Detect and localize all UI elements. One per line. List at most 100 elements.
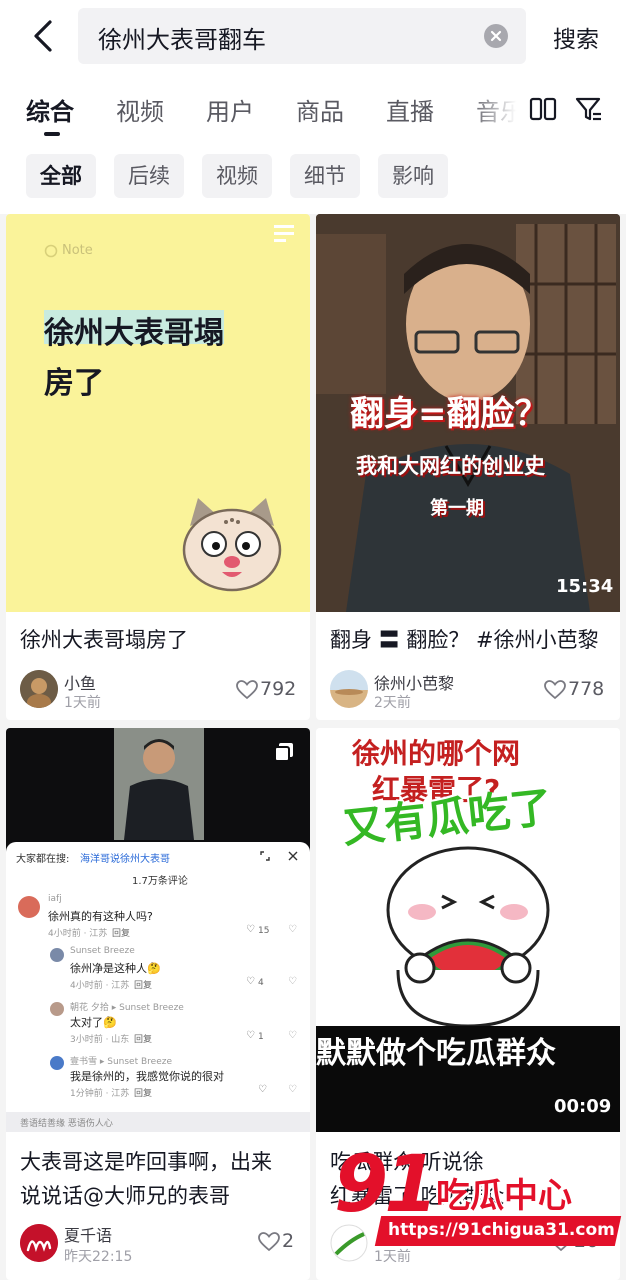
commenter-name: 壹书雪 ▸ Sunset Breeze bbox=[70, 1057, 172, 1067]
comment-heart-icon[interactable]: ♡ bbox=[246, 924, 255, 935]
comment-meta: 1分钟前 · 江苏 bbox=[70, 1089, 130, 1099]
comment-heart-icon[interactable]: ♡ bbox=[246, 976, 255, 987]
comment-input-hint: 善语结善缘 恶语伤人心 bbox=[20, 1119, 113, 1129]
commenter-name: iafj bbox=[48, 894, 62, 904]
result-card[interactable]: 翻身=翻脸？ 我和大网红的创业史 第一期 15:34 翻身 〓 翻脸？ #徐州小… bbox=[316, 214, 620, 720]
meme-character bbox=[386, 846, 550, 1028]
card-title[interactable]: 大表哥这是咋回事啊，出来 bbox=[20, 1146, 272, 1178]
video-duration: 00:09 bbox=[554, 1096, 612, 1117]
comment-text: 徐州真的有这种人吗? bbox=[48, 910, 153, 923]
comment-heart-icon[interactable]: ♡ bbox=[246, 1030, 255, 1041]
note-headline: 徐州大表哥塌 bbox=[44, 316, 224, 351]
author-name[interactable]: 夏千语 bbox=[64, 1222, 112, 1246]
search-button[interactable]: 搜索 bbox=[553, 20, 599, 54]
dislike-icon[interactable]: ♡ bbox=[288, 1030, 297, 1041]
like-count: 778 bbox=[568, 678, 605, 700]
dislike-icon[interactable]: ♡ bbox=[288, 924, 297, 935]
reply-link[interactable]: 回复 bbox=[134, 1032, 152, 1045]
chip-impact[interactable]: 影响 bbox=[378, 154, 448, 198]
tab-users[interactable]: 用户 bbox=[206, 92, 254, 127]
expand-icon[interactable] bbox=[260, 851, 270, 861]
card-title-line2[interactable]: 说说话@大师兄的表哥 bbox=[20, 1180, 230, 1212]
reply-link[interactable]: 回复 bbox=[112, 926, 130, 939]
note-thumbnail[interactable]: Note 徐州大表哥塌 房了 bbox=[6, 214, 310, 612]
tab-products[interactable]: 商品 bbox=[296, 92, 344, 127]
like-count: 26 bbox=[574, 1230, 599, 1252]
reply-link[interactable]: 回复 bbox=[134, 978, 152, 991]
video-thumbnail[interactable]: 翻身=翻脸？ 我和大网红的创业史 第一期 15:34 bbox=[316, 214, 620, 612]
avatar[interactable] bbox=[330, 670, 368, 708]
tab-comprehensive[interactable]: 综合 bbox=[26, 92, 74, 127]
note-headline-line2: 房了 bbox=[44, 366, 104, 401]
video-thumbnail[interactable]: 徐州的哪个网 红暴雷了? 又有瓜吃了 默默做个吃瓜群众 00:09 bbox=[316, 728, 620, 1132]
chip-video[interactable]: 视频 bbox=[202, 154, 272, 198]
comment-count: 1.7万条评论 bbox=[132, 876, 188, 887]
tab-video[interactable]: 视频 bbox=[116, 92, 164, 127]
commenter-name: Sunset Breeze bbox=[70, 946, 135, 956]
trending-search-prefix: 大家都在搜: bbox=[16, 854, 70, 865]
top-bar: 徐州大表哥翻车 搜索 bbox=[0, 0, 626, 76]
result-card[interactable]: 徐州的哪个网 红暴雷了? 又有瓜吃了 默默做个吃瓜群众 00:09 吃瓜群众 听… bbox=[316, 728, 620, 1280]
heart-icon[interactable] bbox=[236, 680, 258, 700]
post-time: 1天前 bbox=[64, 695, 101, 711]
avatar[interactable] bbox=[330, 1224, 368, 1262]
commenter-avatar bbox=[50, 1002, 64, 1016]
comment-likes: 1 bbox=[258, 1032, 264, 1042]
card-title[interactable]: 翻身 〓 翻脸？ #徐州小芭黎 bbox=[330, 624, 599, 656]
comment-likes: 4 bbox=[258, 978, 264, 988]
author-name[interactable]: 小鱼 bbox=[64, 670, 96, 694]
heart-icon[interactable] bbox=[544, 680, 566, 700]
post-time: 2天前 bbox=[374, 695, 411, 711]
avatar[interactable] bbox=[20, 670, 58, 708]
comment-heart-icon[interactable]: ♡ bbox=[258, 1084, 267, 1095]
close-icon[interactable] bbox=[288, 851, 298, 861]
note-icon bbox=[44, 244, 58, 258]
like-count: 792 bbox=[260, 678, 297, 700]
chip-all[interactable]: 全部 bbox=[26, 154, 96, 198]
commenter-avatar bbox=[50, 948, 64, 962]
video-subheadline: 我和大网红的创业史 bbox=[356, 454, 545, 478]
video-duration: 15:34 bbox=[556, 576, 614, 597]
back-arrow-icon[interactable] bbox=[26, 16, 66, 56]
cat-emoji-icon bbox=[182, 498, 282, 592]
layout-toggle-icon[interactable] bbox=[528, 94, 558, 124]
meme-top-text: 徐州的哪个网 bbox=[352, 737, 521, 770]
video-headline: 翻身=翻脸？ bbox=[350, 394, 549, 434]
result-card[interactable]: 大家都在搜: 海洋哥说徐州大表哥 1.7万条评论 iafj 徐州真的有这种人吗?… bbox=[6, 728, 310, 1280]
comment-meta: 4小时前 · 江苏 bbox=[70, 981, 130, 991]
comment-meta: 4小时前 · 江苏 bbox=[48, 929, 108, 939]
screenshot-thumbnail[interactable]: 大家都在搜: 海洋哥说徐州大表哥 1.7万条评论 iafj 徐州真的有这种人吗?… bbox=[6, 728, 310, 1132]
filter-icon[interactable] bbox=[574, 94, 604, 124]
chip-details[interactable]: 细节 bbox=[290, 154, 360, 198]
post-time: 昨天22:15 bbox=[64, 1249, 133, 1265]
active-tab-indicator bbox=[44, 132, 60, 136]
heart-icon[interactable] bbox=[550, 1232, 572, 1252]
card-title[interactable]: 徐州大表哥塌房了 bbox=[20, 624, 188, 656]
author-name[interactable]: 徐州小芭黎 bbox=[374, 670, 454, 694]
comment-text: 徐州净是这种人🤔 bbox=[70, 962, 161, 975]
result-card[interactable]: Note 徐州大表哥塌 房了 徐州大表哥塌房了 小鱼 1天前 792 bbox=[6, 214, 310, 720]
meme-caption-band: 默默做个吃瓜群众 00:09 bbox=[316, 1026, 620, 1132]
note-menu-icon bbox=[274, 225, 294, 242]
clear-icon[interactable] bbox=[484, 24, 508, 48]
dislike-icon[interactable]: ♡ bbox=[288, 1084, 297, 1095]
comment-text: 太对了🤔 bbox=[70, 1016, 117, 1029]
comment-likes: 15 bbox=[258, 926, 270, 936]
heart-icon[interactable] bbox=[258, 1232, 280, 1252]
note-label: Note bbox=[62, 243, 93, 258]
search-query[interactable]: 徐州大表哥翻车 bbox=[98, 20, 266, 55]
video-episode: 第一期 bbox=[430, 498, 484, 519]
comment-text: 我是徐州的，我感觉你说的很对 bbox=[70, 1070, 224, 1083]
comment-meta: 3小时前 · 山东 bbox=[70, 1035, 130, 1045]
tab-live[interactable]: 直播 bbox=[386, 92, 434, 127]
reply-link[interactable]: 回复 bbox=[134, 1086, 152, 1099]
chip-followup[interactable]: 后续 bbox=[114, 154, 184, 198]
dislike-icon[interactable]: ♡ bbox=[288, 976, 297, 987]
avatar[interactable] bbox=[20, 1224, 58, 1262]
trending-search-link[interactable]: 海洋哥说徐州大表哥 bbox=[80, 850, 170, 865]
search-input[interactable]: 徐州大表哥翻车 bbox=[78, 8, 526, 64]
filter-chips: 全部 后续 视频 细节 影响 bbox=[0, 144, 626, 214]
card-title[interactable]: 吃瓜群众 听说徐 bbox=[330, 1146, 484, 1178]
card-title-line2[interactable]: 红暴雷了 吃瓜群众 bbox=[330, 1180, 505, 1212]
comment-input-bar[interactable]: 善语结善缘 恶语伤人心 bbox=[6, 1112, 310, 1132]
